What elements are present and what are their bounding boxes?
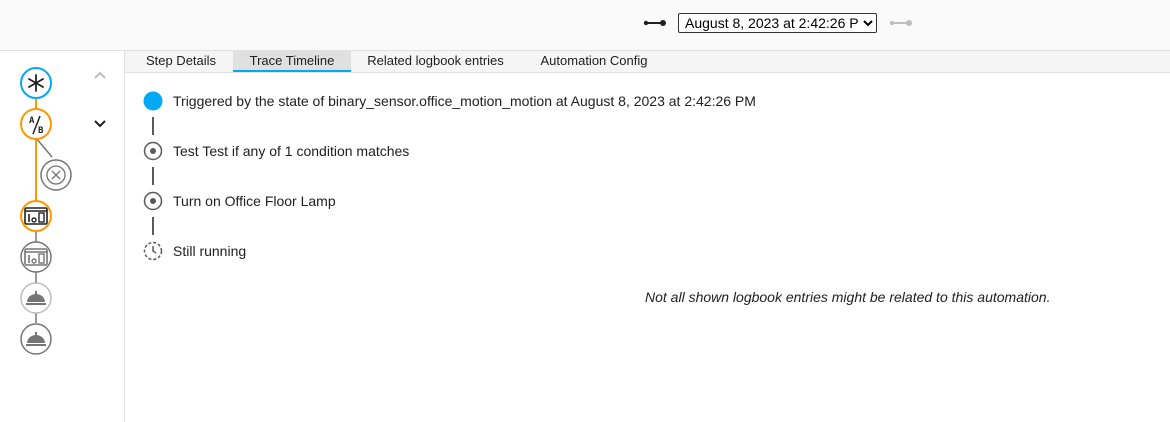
choose-ab-icon[interactable]: A B (20, 108, 52, 140)
timeline-connector (152, 217, 154, 235)
clock-icon (143, 241, 163, 261)
trace-graph: A B (20, 67, 72, 355)
step-dot-icon (143, 141, 163, 161)
trigger-asterisk-icon[interactable] (20, 67, 52, 99)
trigger-dot-icon (143, 91, 163, 111)
tab-step-details[interactable]: Step Details (135, 51, 227, 71)
action-device-icon[interactable] (20, 200, 52, 232)
tab-trace-timeline[interactable]: Trace Timeline (233, 51, 351, 72)
tab-related-logbook[interactable]: Related logbook entries (358, 51, 513, 71)
timeline-entry-text: Triggered by the state of binary_sensor.… (173, 93, 756, 109)
tab-automation-config[interactable]: Automation Config (529, 51, 659, 71)
trace-run-select[interactable]: August 8, 2023 at 2:42:26 PM (678, 13, 877, 33)
service-bell-icon[interactable] (20, 323, 52, 355)
logbook-disclaimer: Not all shown logbook entries might be r… (645, 289, 1051, 305)
svg-text:B: B (38, 126, 44, 136)
timeline-connector (152, 117, 154, 135)
svg-text:A: A (29, 116, 35, 126)
condition-fail-x-icon[interactable] (40, 159, 72, 191)
trace-toolbar: August 8, 2023 at 2:42:26 PM (0, 0, 1170, 51)
chevron-up-icon[interactable] (90, 65, 110, 85)
timeline-entry-text: Still running (173, 243, 247, 259)
timeline-entry-text: Turn on Office Floor Lamp (173, 193, 336, 209)
timeline-connector (152, 167, 154, 185)
timeline-entry-text: Test Test if any of 1 condition matches (173, 143, 410, 159)
arrow-right-icon[interactable] (888, 14, 914, 32)
chevron-down-icon[interactable] (90, 113, 110, 133)
trace-tabs: Step Details Trace Timeline Related logb… (125, 51, 1170, 73)
action-device-icon[interactable] (20, 241, 52, 273)
arrow-left-icon[interactable] (642, 14, 668, 32)
service-bell-icon[interactable] (20, 282, 52, 314)
step-dot-icon (143, 191, 163, 211)
trace-graph-panel: A B (0, 51, 125, 422)
